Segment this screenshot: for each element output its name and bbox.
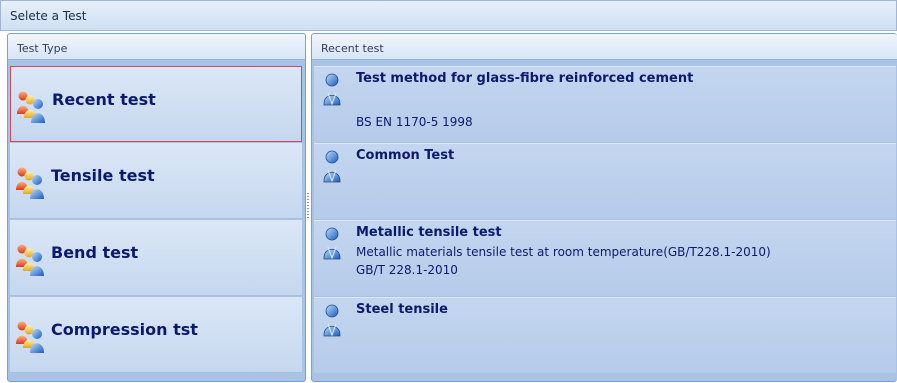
test-type-label: Tensile test — [51, 166, 155, 185]
window-title-bar: Selete a Test — [0, 0, 897, 31]
recent-test-header: Recent test — [312, 34, 897, 60]
person-icon — [321, 304, 343, 338]
test-title: Common Test — [356, 148, 455, 163]
people-icon — [14, 165, 48, 199]
test-item-common[interactable]: Common Test — [314, 143, 896, 219]
test-type-item-compression[interactable]: Compression tst — [10, 297, 302, 373]
person-icon — [321, 73, 343, 107]
test-title: Test method for glass-fibre reinforced c… — [356, 71, 694, 86]
splitter-handle[interactable] — [307, 193, 309, 219]
window-title: Selete a Test — [10, 9, 87, 23]
test-type-item-recent[interactable]: Recent test — [10, 66, 302, 142]
people-icon — [14, 242, 48, 276]
recent-test-panel: Recent test Test method for glass-fibre … — [311, 33, 897, 382]
test-item-steel-tensile[interactable]: Steel tensile — [314, 297, 896, 373]
test-type-panel: Test Type Recent test Tensile test Bend … — [7, 33, 306, 382]
people-icon — [15, 89, 49, 123]
test-type-item-bend[interactable]: Bend test — [10, 220, 302, 296]
people-icon — [14, 319, 48, 353]
test-standard: BS EN 1170-5 1998 — [356, 115, 473, 129]
test-type-header-label: Test Type — [17, 42, 68, 55]
person-icon — [321, 150, 343, 184]
test-description: Metallic materials tensile test at room … — [356, 245, 771, 259]
test-title: Metallic tensile test — [356, 225, 502, 240]
test-type-item-tensile[interactable]: Tensile test — [10, 143, 302, 219]
test-title: Steel tensile — [356, 302, 448, 317]
test-type-header: Test Type — [8, 34, 305, 60]
test-standard: GB/T 228.1-2010 — [356, 263, 458, 277]
test-type-label: Recent test — [52, 90, 156, 109]
recent-test-header-label: Recent test — [321, 42, 384, 55]
test-type-label: Bend test — [51, 243, 139, 262]
test-item-glass-fibre[interactable]: Test method for glass-fibre reinforced c… — [314, 66, 896, 142]
test-item-metallic-tensile[interactable]: Metallic tensile test Metallic materials… — [314, 220, 896, 296]
person-icon — [321, 227, 343, 261]
test-type-label: Compression tst — [51, 320, 198, 339]
